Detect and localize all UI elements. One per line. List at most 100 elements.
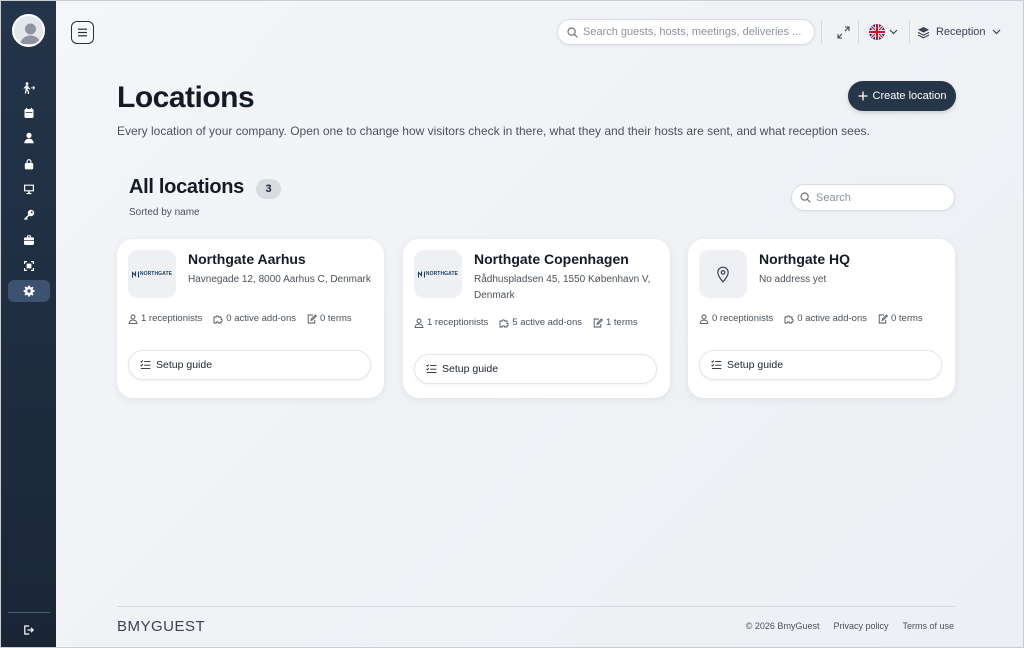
setup-guide-button[interactable]: Setup guide bbox=[128, 350, 371, 380]
stat-terms: 0 terms bbox=[307, 313, 352, 324]
location-card[interactable]: NORTHGATE Northgate Aarhus Havnegade 12,… bbox=[117, 239, 384, 398]
page-title: Locations bbox=[117, 81, 255, 114]
topbar-divider bbox=[821, 20, 822, 44]
checklist-icon bbox=[711, 360, 722, 370]
location-card[interactable]: Northgate HQ No address yet 0 receptioni… bbox=[688, 239, 955, 398]
logo-text: NORTHGATE bbox=[139, 271, 173, 277]
northgate-logo-icon bbox=[131, 270, 139, 277]
stat-addons: 0 active add-ons bbox=[784, 313, 867, 324]
menu-toggle-button[interactable] bbox=[71, 21, 94, 44]
sidebar-item-hosts[interactable] bbox=[8, 127, 50, 149]
layers-icon bbox=[917, 26, 930, 38]
user-avatar-icon bbox=[20, 23, 41, 44]
logout-button[interactable] bbox=[8, 619, 50, 641]
sidebar-item-check-in[interactable] bbox=[8, 77, 50, 99]
document-edit-icon bbox=[307, 313, 317, 323]
uk-flag-icon bbox=[869, 24, 885, 40]
sidebar-item-settings[interactable] bbox=[8, 280, 50, 302]
document-edit-icon bbox=[878, 313, 888, 323]
location-card[interactable]: NORTHGATE Northgate Copenhagen Rådhuspla… bbox=[403, 239, 670, 398]
app-window: Reception Locations Every location of yo… bbox=[0, 0, 1024, 648]
scan-icon bbox=[24, 261, 34, 271]
privacy-policy-link[interactable]: Privacy policy bbox=[833, 621, 888, 631]
topbar-divider bbox=[909, 20, 910, 44]
location-search-input[interactable] bbox=[816, 191, 936, 204]
sidebar-item-scanner[interactable] bbox=[8, 255, 50, 277]
stat-terms: 0 terms bbox=[878, 313, 923, 324]
stat-terms: 1 terms bbox=[593, 317, 638, 328]
chevron-down-icon bbox=[889, 29, 898, 35]
sidebar-item-access[interactable] bbox=[8, 204, 50, 226]
avatar[interactable] bbox=[12, 14, 45, 47]
puzzle-icon bbox=[784, 314, 794, 323]
setup-guide-button[interactable]: Setup guide bbox=[414, 354, 657, 384]
footer-logo: BMYGUEST bbox=[117, 618, 206, 635]
page-description: Every location of your company. Open one… bbox=[117, 124, 870, 138]
puzzle-icon bbox=[499, 318, 509, 327]
location-search[interactable] bbox=[791, 184, 955, 211]
location-name: Northgate Aarhus bbox=[188, 251, 306, 267]
topbar-divider bbox=[858, 20, 859, 44]
footer-links: © 2026 BmyGuest Privacy policy Terms of … bbox=[746, 621, 954, 631]
global-search-input[interactable] bbox=[583, 26, 803, 38]
section-title: All locations bbox=[129, 176, 245, 198]
hamburger-icon bbox=[78, 28, 87, 37]
language-selector[interactable] bbox=[869, 23, 898, 41]
logo-text: NORTHGATE bbox=[425, 271, 459, 277]
check-in-icon bbox=[23, 82, 35, 94]
stat-addons: 5 active add-ons bbox=[499, 317, 582, 328]
stat-addons: 0 active add-ons bbox=[213, 313, 296, 324]
sidebar-item-calendar[interactable] bbox=[8, 102, 50, 124]
monitor-icon bbox=[24, 184, 34, 195]
map-pin-icon bbox=[717, 266, 729, 283]
gear-icon bbox=[23, 285, 35, 297]
stat-receptionists: 1 receptionists bbox=[128, 313, 202, 324]
copyright-text: © 2026 BmyGuest bbox=[745, 621, 820, 631]
footer-divider bbox=[117, 606, 955, 607]
receptionist-icon bbox=[128, 314, 138, 324]
receptionist-icon bbox=[414, 318, 424, 328]
search-icon bbox=[800, 192, 811, 203]
sort-label: Sorted by name bbox=[129, 207, 200, 218]
location-name: Northgate HQ bbox=[759, 251, 850, 267]
workspace-selector[interactable]: Reception bbox=[917, 23, 1001, 41]
expand-icon bbox=[836, 25, 850, 39]
sidebar-item-deliveries[interactable] bbox=[8, 229, 50, 251]
location-address: Havnegade 12, 8000 Aarhus C, Denmark bbox=[188, 274, 371, 285]
calendar-icon bbox=[24, 107, 34, 118]
sidebar-item-security[interactable] bbox=[8, 153, 50, 175]
sidebar-divider bbox=[8, 612, 50, 613]
location-name: Northgate Copenhagen bbox=[474, 251, 629, 267]
location-logo: NORTHGATE bbox=[128, 250, 176, 298]
sidebar-item-kiosk[interactable] bbox=[8, 178, 50, 200]
northgate-logo-icon bbox=[417, 270, 425, 277]
location-stats: 1 receptionists 0 active add-ons 0 terms bbox=[128, 313, 352, 324]
logout-icon bbox=[24, 625, 34, 635]
setup-guide-button[interactable]: Setup guide bbox=[699, 350, 942, 380]
stat-receptionists: 0 receptionists bbox=[699, 313, 773, 324]
location-stats: 1 receptionists 5 active add-ons 1 terms bbox=[414, 317, 638, 328]
user-icon bbox=[24, 132, 34, 144]
checklist-icon bbox=[140, 360, 151, 370]
create-location-label: Create location bbox=[872, 90, 947, 102]
receptionist-icon bbox=[699, 314, 709, 324]
puzzle-icon bbox=[213, 314, 223, 323]
location-count-badge: 3 bbox=[256, 179, 281, 199]
sidebar bbox=[1, 1, 56, 647]
global-search[interactable] bbox=[557, 19, 815, 45]
lock-icon bbox=[24, 159, 34, 170]
location-address: No address yet bbox=[759, 274, 827, 285]
create-location-button[interactable]: Create location bbox=[848, 81, 956, 111]
fullscreen-button[interactable] bbox=[834, 23, 852, 41]
document-edit-icon bbox=[593, 317, 603, 327]
checklist-icon bbox=[426, 364, 437, 374]
location-logo bbox=[699, 250, 747, 298]
workspace-label: Reception bbox=[936, 26, 986, 38]
location-address: Rådhuspladsen 45, 1550 København V, Denm… bbox=[474, 274, 651, 301]
search-icon bbox=[567, 26, 578, 38]
plus-icon bbox=[857, 91, 868, 101]
terms-of-use-link[interactable]: Terms of use bbox=[902, 621, 954, 631]
location-stats: 0 receptionists 0 active add-ons 0 terms bbox=[699, 313, 923, 324]
briefcase-icon bbox=[24, 235, 34, 245]
stat-receptionists: 1 receptionists bbox=[414, 317, 488, 328]
